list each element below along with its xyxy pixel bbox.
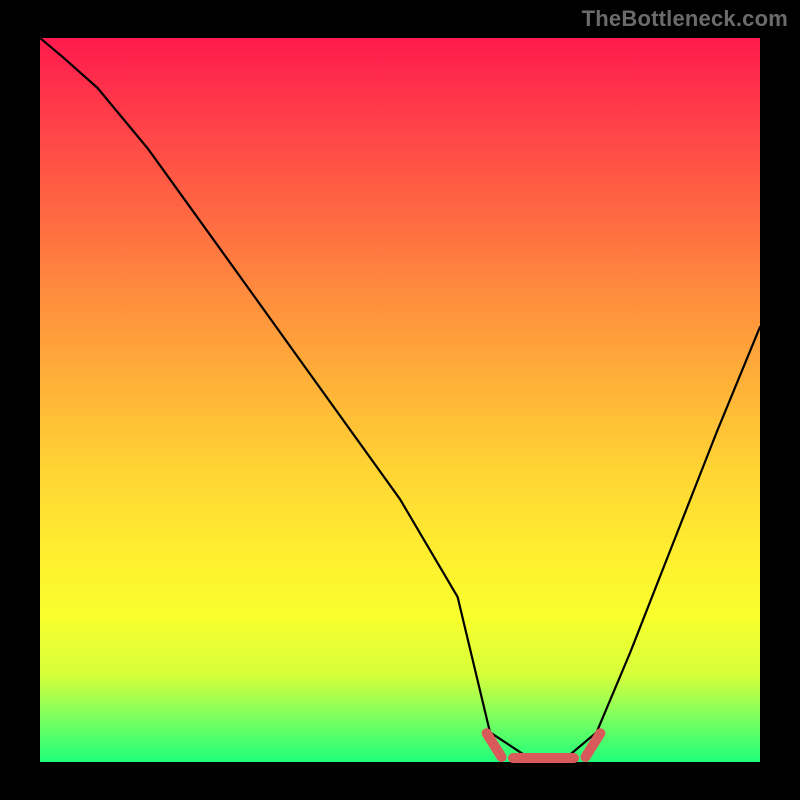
plot-area [40, 38, 760, 762]
watermark-text: TheBottleneck.com [582, 6, 788, 32]
bottleneck-curve [40, 38, 760, 762]
knee-marker-flat [508, 753, 579, 763]
chart-frame: TheBottleneck.com [0, 0, 800, 800]
